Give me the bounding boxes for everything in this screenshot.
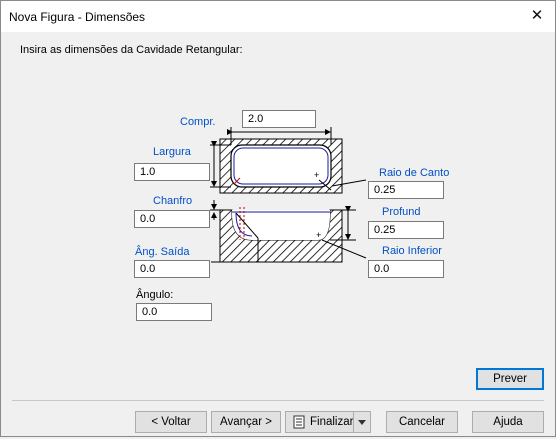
finalizar-label: Finalizar (310, 416, 354, 428)
cavity-diagram: + + (210, 127, 367, 263)
ang-saida-field[interactable]: 0.0 (134, 260, 210, 278)
profund-field[interactable]: 0.25 (368, 221, 444, 239)
raio-canto-label: Raio de Canto (379, 167, 450, 179)
document-icon (293, 415, 305, 429)
raio-inferior-label: Raio Inferior (382, 245, 442, 257)
prever-button[interactable]: Prever (476, 368, 544, 390)
ajuda-button[interactable]: Ajuda (472, 411, 544, 433)
compr-field[interactable]: 2.0 (242, 110, 316, 128)
largura-field[interactable]: 1.0 (134, 163, 210, 181)
chanfro-label: Chanfro (153, 195, 193, 207)
top-view: + (219, 138, 343, 194)
angulo-label: Ângulo: (136, 289, 174, 301)
largura-label: Largura (153, 146, 191, 158)
profund-label: Profund (382, 206, 421, 218)
raio-inferior-field[interactable]: 0.0 (368, 260, 444, 278)
chevron-down-icon (358, 420, 366, 425)
voltar-button[interactable]: < Voltar (135, 411, 207, 433)
cancelar-button[interactable]: Cancelar (386, 411, 458, 433)
separator (12, 400, 544, 401)
raio-canto-field[interactable]: 0.25 (368, 181, 444, 199)
compr-label: Compr. (180, 116, 216, 128)
svg-text:+: + (316, 230, 321, 240)
finalizar-dropdown[interactable] (353, 412, 370, 432)
avancar-button[interactable]: Avançar > (211, 411, 281, 433)
finalizar-split-button[interactable]: Finalizar (285, 411, 371, 433)
ang-saida-label: Âng. Saída (135, 246, 190, 258)
angulo-field[interactable]: 0.0 (136, 303, 212, 321)
chanfro-field[interactable]: 0.0 (134, 210, 210, 228)
svg-text:+: + (314, 170, 319, 180)
